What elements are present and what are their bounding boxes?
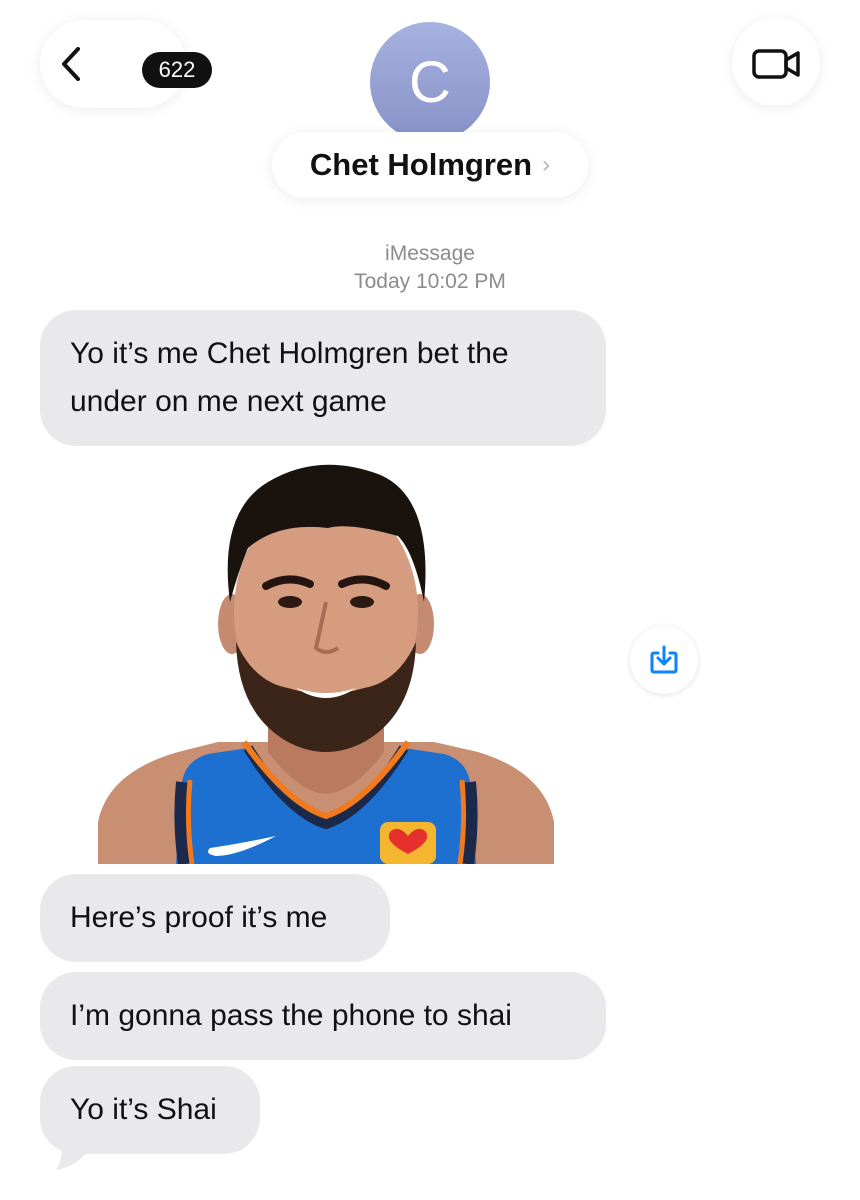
- back-button[interactable]: 622: [40, 20, 212, 108]
- message-bubble-incoming[interactable]: Yo it’s me Chet Holmgren bet the under o…: [40, 310, 606, 446]
- chevron-right-icon: ›: [542, 151, 551, 178]
- message-text: Yo it’s Shai: [70, 1093, 217, 1126]
- message-bubble-incoming[interactable]: Here’s proof it’s me: [40, 874, 390, 962]
- contact-name-button[interactable]: Chet Holmgren ›: [272, 132, 588, 198]
- photo-attachment[interactable]: [98, 452, 554, 864]
- chevron-left-icon: [62, 47, 80, 81]
- facetime-video-button[interactable]: [732, 18, 820, 106]
- message-text-line: under on me next game: [70, 385, 387, 418]
- save-photo-button[interactable]: [630, 626, 698, 694]
- avatar[interactable]: C: [370, 22, 490, 142]
- message-text-line: Yo it’s me Chet Holmgren bet the: [70, 337, 509, 370]
- timestamp-label: Today 10:02 PM: [354, 270, 506, 293]
- video-camera-icon: [752, 49, 800, 79]
- bubble-tail: [56, 1136, 88, 1170]
- message-text: Here’s proof it’s me: [70, 901, 328, 934]
- message-text: I’m gonna pass the phone to shai: [70, 999, 512, 1032]
- unread-count-badge: 622: [142, 52, 212, 88]
- save-download-icon: [650, 645, 678, 674]
- message-bubble-incoming[interactable]: I’m gonna pass the phone to shai: [40, 972, 606, 1060]
- service-label: iMessage: [385, 242, 475, 265]
- contact-name: Chet Holmgren: [309, 147, 533, 182]
